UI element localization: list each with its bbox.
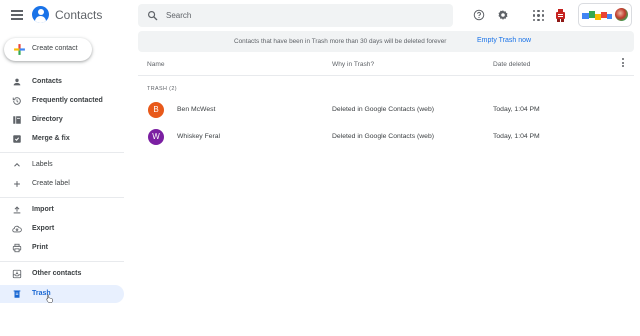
sidebar-item-label: Export: [32, 225, 55, 232]
avatar: W: [148, 129, 164, 145]
print-icon: [12, 243, 22, 253]
help-icon[interactable]: [473, 9, 485, 21]
trash-notice-text: Contacts that have been in Trash more th…: [234, 38, 447, 45]
sidebar-item-label: Create label: [32, 180, 70, 187]
sidebar-item-merge-fix[interactable]: Merge & fix: [0, 130, 124, 148]
sidebar-divider: [0, 152, 124, 153]
sidebar-item-label: Frequently contacted: [32, 97, 103, 104]
extension-icon[interactable]: [556, 9, 565, 22]
table-row[interactable]: W Whiskey Feral Deleted in Google Contac…: [138, 124, 634, 150]
header-divider: [138, 75, 634, 76]
contacts-logo-icon: [32, 6, 49, 23]
create-contact-label: Create contact: [32, 45, 78, 52]
sidebar-item-label: Print: [32, 244, 48, 251]
sidebar-item-frequently-contacted[interactable]: Frequently contacted: [0, 92, 124, 110]
sidebar-item-import[interactable]: Import: [0, 201, 124, 219]
top-bar: Contacts: [0, 0, 640, 31]
upload-icon: [13, 206, 21, 214]
sidebar-item-labels[interactable]: Labels: [0, 156, 124, 174]
sidebar-item-label: Labels: [32, 161, 53, 168]
sidebar-divider: [0, 261, 124, 262]
cloud-download-icon: [12, 225, 22, 233]
sidebar-item-label: Directory: [32, 116, 63, 123]
date-deleted: Today, 1:04 PM: [493, 106, 540, 113]
sidebar-item-other-contacts[interactable]: Other contacts: [0, 265, 124, 283]
sidebar-item-label: Import: [32, 206, 54, 213]
column-header-name[interactable]: Name: [147, 61, 165, 68]
person-icon: [13, 78, 21, 86]
date-deleted: Today, 1:04 PM: [493, 133, 540, 140]
chevron-up-icon: [14, 163, 20, 167]
org-logo-icon: [582, 11, 612, 20]
account-avatar[interactable]: [614, 7, 629, 22]
column-header-why: Why in Trash?: [332, 61, 375, 68]
search-input[interactable]: [166, 4, 436, 27]
trash-notice-banner: Contacts that have been in Trash more th…: [138, 31, 634, 52]
search-icon[interactable]: [147, 10, 158, 21]
directory-icon: [13, 116, 21, 124]
app-title: Contacts: [55, 8, 103, 22]
create-contact-button[interactable]: Create contact: [4, 38, 92, 61]
plus-icon: [14, 181, 20, 187]
sidebar-item-create-label[interactable]: Create label: [0, 175, 124, 193]
sidebar-item-export[interactable]: Export: [0, 220, 124, 238]
sidebar-item-label: Contacts: [32, 78, 62, 85]
colorful-plus-icon: [14, 44, 25, 55]
hand-cursor-icon: [46, 294, 53, 303]
sidebar-divider: [0, 197, 124, 198]
contact-name: Whiskey Feral: [177, 133, 221, 140]
more-vert-icon[interactable]: [620, 58, 625, 70]
avatar: B: [148, 102, 164, 118]
trash-icon: [13, 290, 21, 298]
settings-icon[interactable]: [497, 9, 509, 21]
sidebar-item-label: Other contacts: [32, 270, 82, 277]
empty-trash-button[interactable]: Empty Trash now: [477, 37, 531, 44]
table-row[interactable]: B Ben McWest Deleted in Google Contacts …: [138, 97, 634, 123]
contact-name: Ben McWest: [177, 106, 216, 113]
menu-icon[interactable]: [11, 10, 23, 20]
search-bar[interactable]: [138, 4, 453, 27]
section-label: TRASH (2): [147, 86, 177, 92]
apps-icon[interactable]: [533, 10, 544, 21]
sidebar-item-directory[interactable]: Directory: [0, 111, 124, 129]
sidebar-item-label: Merge & fix: [32, 135, 70, 142]
trash-reason: Deleted in Google Contacts (web): [332, 133, 435, 140]
inbox-icon: [12, 269, 22, 279]
sidebar-item-print[interactable]: Print: [0, 239, 124, 257]
merge-icon: [13, 135, 21, 143]
column-header-date: Date deleted: [493, 61, 531, 68]
trash-reason: Deleted in Google Contacts (web): [332, 106, 435, 113]
sidebar-item-contacts[interactable]: Contacts: [0, 73, 124, 91]
history-icon: [12, 97, 21, 105]
sidebar-item-trash[interactable]: Trash: [0, 285, 124, 303]
